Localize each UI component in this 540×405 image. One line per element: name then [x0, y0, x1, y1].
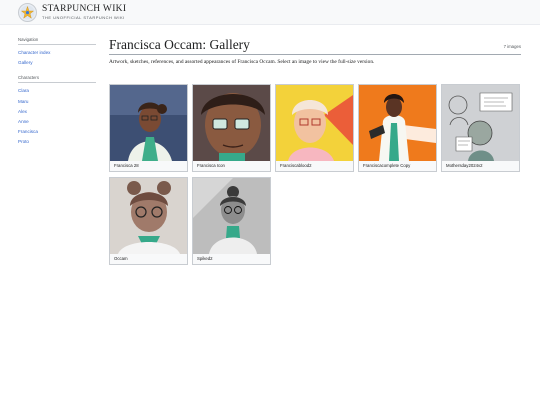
sidebar-item-clara[interactable]: Clara: [18, 86, 96, 96]
gallery-caption: Franciscacomplete Copy: [363, 163, 411, 168]
main-content: Francisca Occam: Gallery 7 images Artwor…: [109, 36, 521, 68]
gallery-item[interactable]: Francisca 28: [109, 84, 188, 172]
gallery-caption: Occam: [114, 256, 128, 261]
gallery-thumbnail[interactable]: [193, 178, 270, 254]
gallery-caption: Mothersday2024v2: [446, 163, 483, 168]
navigation-heading: Navigation: [18, 37, 96, 45]
page-title: Francisca Occam: Gallery: [109, 37, 250, 52]
site-subtitle: THE UNOFFICIAL STARPUNCH WIKI: [42, 15, 125, 20]
gallery-item[interactable]: Franciscacomplete Copy: [358, 84, 437, 172]
sidebar: Navigation Character index Gallery Chara…: [18, 37, 96, 148]
sidebar-item-anne[interactable]: Anne: [18, 117, 96, 127]
image-count: 7 images: [503, 44, 521, 49]
gallery-thumbnail[interactable]: [193, 85, 270, 161]
gallery-thumbnail[interactable]: [442, 85, 519, 161]
characters-heading: Characters: [18, 75, 96, 84]
gallery-caption: Spiked2: [197, 256, 213, 261]
gallery-caption: Franciscablood2: [280, 163, 312, 168]
mothers-day-sketch-image: [442, 85, 519, 161]
gallery-item[interactable]: Occam: [109, 177, 188, 265]
gallery-thumbnail[interactable]: [110, 85, 187, 161]
gallery-thumbnail[interactable]: [359, 85, 436, 161]
francisca-blood-image: [276, 85, 353, 161]
occam-portrait-image: [110, 178, 187, 254]
site-header: STARPUNCH WIKI THE UNOFFICIAL STARPUNCH …: [0, 0, 540, 25]
francisca-complete-image: [359, 85, 436, 161]
title-divider: [109, 54, 521, 55]
gallery-thumbnail[interactable]: [110, 178, 187, 254]
page-intro: Artwork, sketches, references, and assor…: [109, 59, 375, 65]
sidebar-item-proto[interactable]: Proto: [18, 137, 96, 147]
spiked-portrait-image: [193, 178, 270, 254]
sidebar-item-francisca[interactable]: Francisca: [18, 127, 96, 137]
gallery-item[interactable]: Mothersday2024v2: [441, 84, 520, 172]
sidebar-item-alex[interactable]: Alex: [18, 107, 96, 117]
site-title[interactable]: STARPUNCH WIKI: [42, 4, 126, 14]
gallery-item[interactable]: Franciscablood2: [275, 84, 354, 172]
gallery-caption: Francisca Icon: [197, 163, 225, 168]
sidebar-item-gallery[interactable]: Gallery: [18, 58, 96, 68]
francisca-portrait-image: [110, 85, 187, 161]
gallery-item[interactable]: Francisca Icon: [192, 84, 271, 172]
sidebar-item-character-index[interactable]: Character index: [18, 48, 96, 58]
star-logo-icon[interactable]: [18, 3, 37, 22]
gallery-caption: Francisca 28: [114, 163, 139, 168]
gallery-item[interactable]: Spiked2: [192, 177, 271, 265]
sidebar-item-maru[interactable]: Maru: [18, 97, 96, 107]
gallery-thumbnail[interactable]: [276, 85, 353, 161]
francisca-icon-image: [193, 85, 270, 161]
